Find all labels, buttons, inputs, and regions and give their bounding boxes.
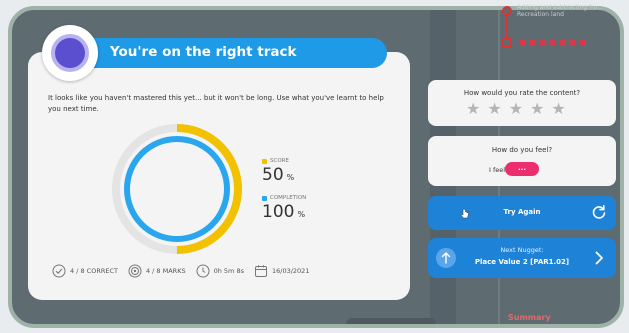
step-dot[interactable] — [559, 39, 566, 46]
feeling-prefix: I feel — [489, 166, 506, 174]
step-dot[interactable] — [519, 39, 526, 46]
completion-unit: % — [297, 210, 306, 219]
mouse-cursor-icon — [460, 208, 469, 219]
target-icon — [128, 264, 142, 278]
marks-stat: 4 / 8 MARKS — [128, 264, 186, 278]
calendar-icon — [254, 265, 267, 277]
score-gauge — [112, 124, 242, 254]
progress-line — [506, 14, 508, 40]
feeling-panel: How do you feel? I feel ... — [428, 136, 616, 186]
rating-question: How would you rate the content? — [463, 89, 581, 97]
next-nugget-title: Place Value 2 [PAR1.02] — [474, 258, 570, 266]
score-value: 50 — [262, 165, 284, 185]
score-stat: SCORE 50% — [262, 158, 294, 185]
star-icon[interactable]: ★ — [487, 101, 501, 117]
step-dot[interactable] — [569, 39, 576, 46]
completion-ring — [124, 136, 230, 242]
marks-count: 4 / 8 MARKS — [145, 267, 186, 275]
nugget-marker[interactable] — [502, 6, 512, 16]
clock-icon — [196, 264, 210, 278]
completion-value: 100 — [262, 202, 295, 222]
current-nugget-marker[interactable] — [502, 38, 512, 48]
step-dots — [519, 39, 586, 46]
star-icon[interactable]: ★ — [509, 101, 523, 117]
refresh-icon — [592, 205, 606, 219]
correct-count: 4 / 8 CORRECT — [70, 267, 118, 275]
completion-date: 16/03/2021 — [271, 267, 310, 275]
feeling-question: How do you feel? — [491, 146, 553, 154]
star-rating: ★ ★ ★ ★ ★ — [466, 101, 566, 117]
score-unit: % — [286, 173, 295, 182]
step-dot[interactable] — [549, 39, 556, 46]
date-stat: 16/03/2021 — [254, 264, 309, 278]
avatar — [42, 25, 98, 81]
time-spent: 0h 5m 8s — [213, 267, 244, 275]
star-icon[interactable]: ★ — [466, 101, 480, 117]
feeling-select[interactable]: ... — [505, 162, 539, 176]
check-circle-icon — [52, 264, 66, 278]
rating-panel: How would you rate the content? ★ ★ ★ ★ ★ — [428, 80, 616, 126]
next-nugget-button[interactable]: Next Nugget: Place Value 2 [PAR1.02] — [428, 238, 616, 278]
result-message: It looks like you haven't mastered this … — [48, 94, 384, 113]
next-nugget-label: Next Nugget: — [500, 246, 544, 254]
score-swatch — [262, 158, 267, 164]
step-dot[interactable] — [539, 39, 546, 46]
try-again-button[interactable]: Try Again — [428, 196, 616, 230]
lesson-progress: Adding and subtracting fro... Recreation… — [497, 4, 617, 54]
result-title: You're on the right track — [110, 44, 297, 60]
try-again-label: Try Again — [503, 208, 541, 216]
chevron-right-icon — [595, 251, 603, 265]
result-footer: 4 / 8 CORRECT 4 / 8 MARKS 0h 5m 8s 16/03… — [52, 264, 309, 278]
completion-swatch — [262, 195, 267, 201]
step-dot[interactable] — [579, 39, 586, 46]
step-dot[interactable] — [529, 39, 536, 46]
summary-link[interactable]: Summary — [508, 313, 551, 322]
background-panel — [346, 318, 436, 324]
completion-stat: COMPLETION 100% — [262, 195, 306, 222]
nugget-title: Adding and subtracting fro... Recreation… — [517, 4, 603, 18]
correct-stat: 4 / 8 CORRECT — [52, 264, 118, 278]
avatar-icon — [51, 34, 89, 72]
star-icon[interactable]: ★ — [551, 101, 565, 117]
star-icon[interactable]: ★ — [530, 101, 544, 117]
time-stat: 0h 5m 8s — [196, 264, 244, 278]
completion-label: COMPLETION — [270, 195, 307, 201]
score-label: SCORE — [270, 158, 289, 164]
